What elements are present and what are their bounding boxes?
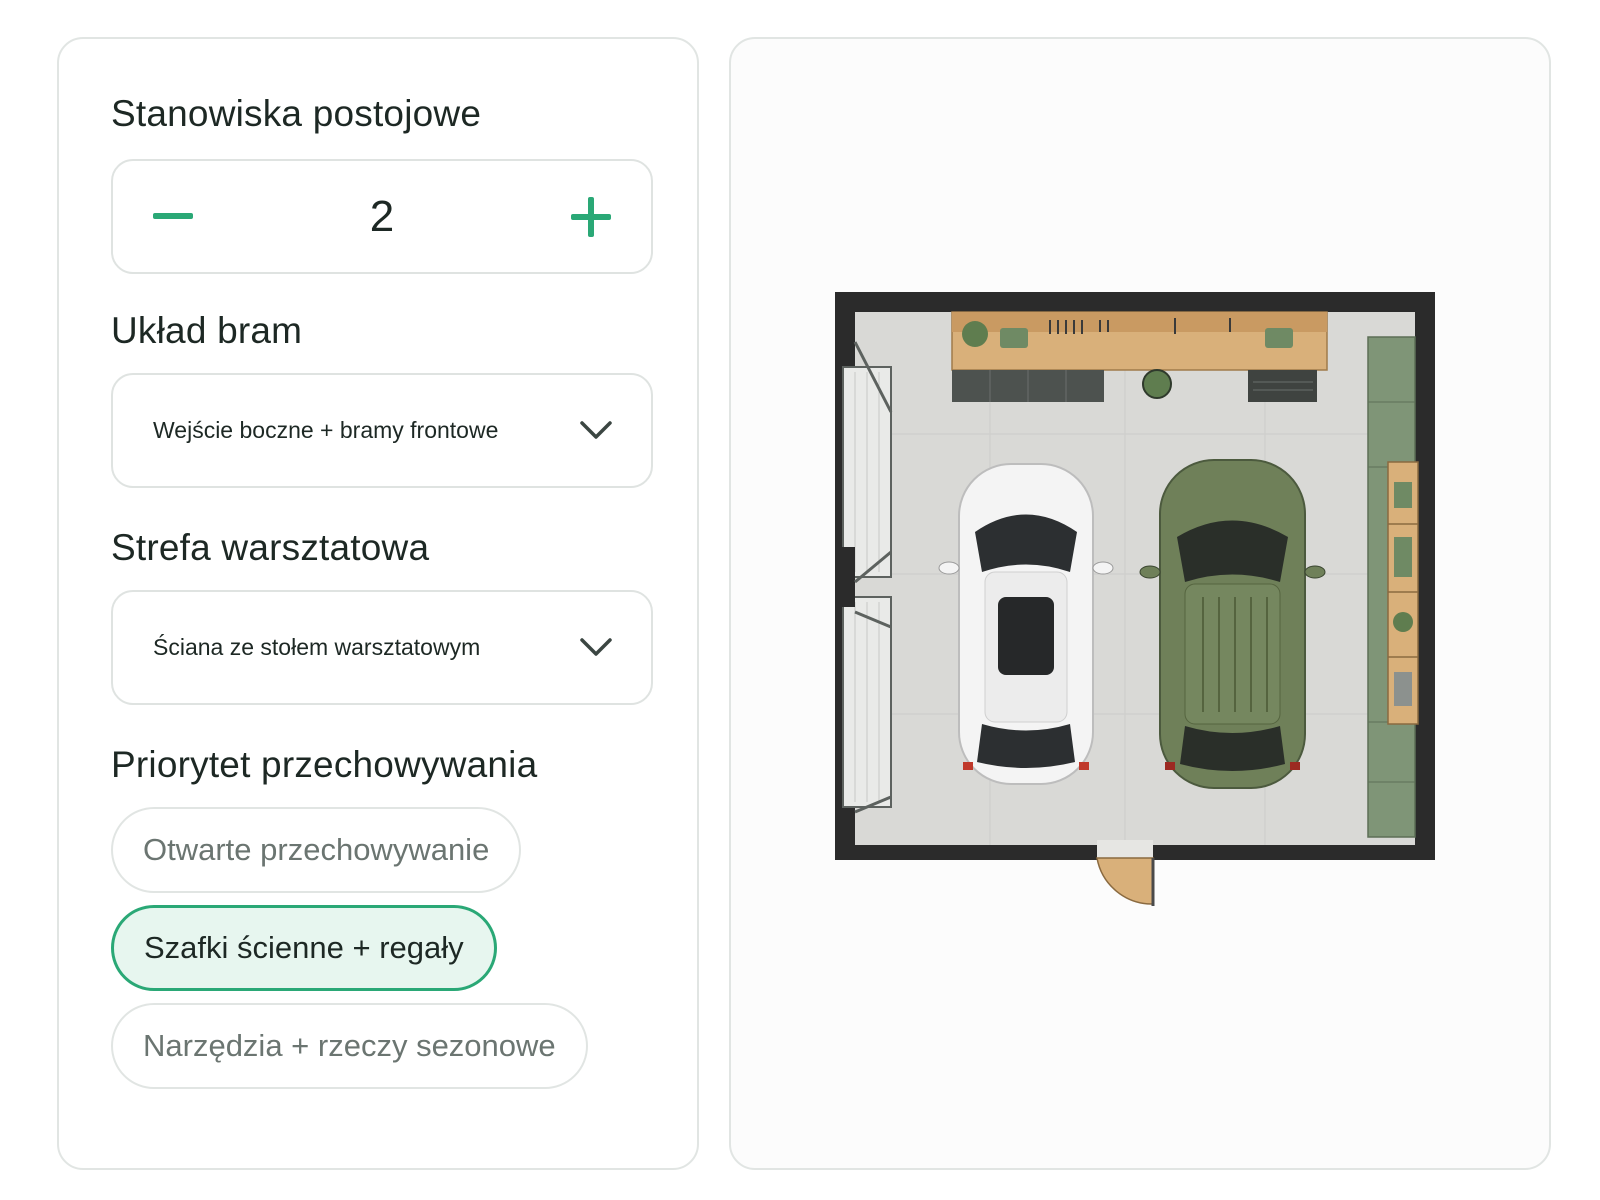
workshop-zone-select[interactable]: Ściana ze stołem warsztatowym <box>111 590 653 705</box>
minus-icon <box>153 212 193 219</box>
parking-spaces-value: 2 <box>369 191 395 241</box>
parking-spaces-title: Stanowiska postojowe <box>111 93 482 134</box>
decrement-button[interactable] <box>113 161 233 272</box>
gate-layout-title: Układ bram <box>111 310 303 351</box>
front-gates <box>835 341 893 814</box>
gate-layout-select[interactable]: Wejście boczne + bramy frontowe <box>111 373 653 488</box>
side-entrance-door <box>1096 840 1155 906</box>
workshop-zone-title: Strefa warsztatowa <box>111 527 430 568</box>
storage-option-open[interactable]: Otwarte przechowywanie <box>111 807 522 893</box>
chevron-down-icon <box>577 630 615 664</box>
increment-button[interactable] <box>531 161 651 272</box>
white-car <box>938 463 1114 785</box>
green-car <box>1139 459 1326 789</box>
chevron-down-icon <box>577 413 615 447</box>
storage-priority-title: Priorytet przechowywania <box>111 744 538 785</box>
plus-icon <box>571 196 611 237</box>
configuration-panel: Stanowiska postojowe 2 Układ bram Wejści… <box>57 37 699 1170</box>
preview-panel <box>729 37 1551 1170</box>
storage-option-tools-seasonal[interactable]: Narzędzia + rzeczy sezonowe <box>111 1003 588 1089</box>
gate-layout-value: Wejście boczne + bramy frontowe <box>153 417 499 443</box>
garage-floor <box>855 312 1415 845</box>
workshop-zone-value: Ściana ze stołem warsztatowym <box>153 634 481 660</box>
parking-spaces-stepper: 2 <box>111 159 653 274</box>
wall-cabinets <box>1367 336 1419 838</box>
storage-option-wall-cabinets[interactable]: Szafki ścienne + regały <box>111 905 497 991</box>
garage-floor-plan <box>835 292 1435 906</box>
